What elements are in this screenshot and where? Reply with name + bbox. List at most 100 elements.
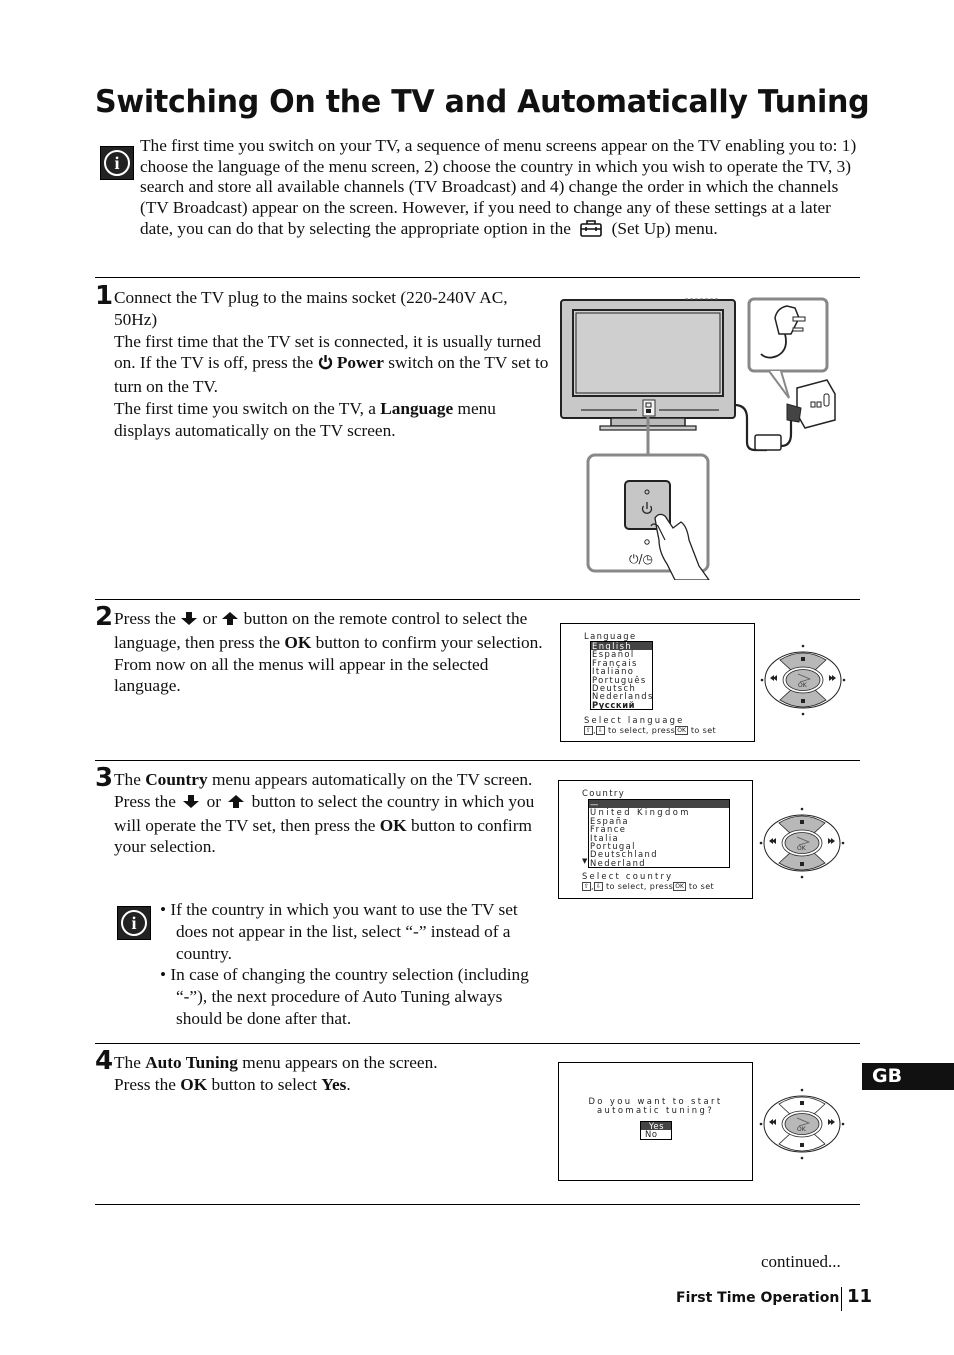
yes-no-list: Yes No — [640, 1121, 672, 1140]
text: or — [206, 791, 221, 811]
step-3-line: Press the or button to select the countr… — [114, 791, 554, 858]
direction-dot — [801, 644, 805, 648]
menu-hint: ⇧, ⇩ to select, press OK to set — [582, 882, 715, 891]
info-icon: i — [117, 906, 151, 940]
text: menu appears automatically on the TV scr… — [211, 770, 533, 789]
ok-label: OK — [284, 632, 312, 652]
key-down-icon: ⇩ — [595, 726, 606, 735]
text: to select, press — [607, 726, 676, 735]
country-menu-screen: Country — United Kingdom España France I… — [558, 780, 753, 899]
step-number: 3 — [95, 763, 114, 793]
text: The — [114, 1053, 141, 1072]
key-ok-icon: OK — [675, 726, 688, 735]
text: button to select — [211, 1074, 318, 1094]
step-4-line: The Auto Tuning menu appears on the scre… — [114, 1052, 554, 1074]
auto-tuning-screen: Do you want to start automatic tuning? Y… — [558, 1062, 753, 1181]
note-item: • In case of changing the country select… — [160, 965, 529, 1028]
tv-connection-illustration: ⏻/◷ — [560, 297, 836, 580]
key-down-icon: ⇩ — [593, 882, 604, 891]
direction-dot — [841, 1122, 845, 1126]
text: button to confirm your selection. — [315, 632, 543, 652]
ok-label: OK — [798, 682, 808, 689]
direction-dot — [801, 712, 805, 716]
arrow-up-icon — [221, 610, 239, 632]
note-text: If the country in which you want to use … — [170, 900, 518, 963]
divider — [95, 1043, 860, 1044]
country-list: — United Kingdom España France Italia Po… — [588, 799, 730, 869]
remote-dpad-icon: OK — [759, 1088, 845, 1160]
tv-set-icon — [560, 298, 736, 431]
text: or — [202, 609, 217, 628]
ok-label: OK — [797, 1126, 807, 1133]
standby-label: ⏻/◷ — [629, 552, 654, 566]
text: menu appears on the screen. — [242, 1053, 438, 1072]
page-title: Switching On the TV and Automatically Tu… — [95, 84, 870, 120]
direction-dot — [841, 841, 845, 845]
down-mark — [800, 862, 804, 866]
language-label: Language — [380, 398, 454, 418]
up-mark — [800, 1101, 804, 1105]
step-4-line: Press the OK button to select Yes. — [114, 1074, 554, 1096]
language-menu-screen: Language English Español Français Italia… — [560, 623, 755, 742]
divider — [95, 760, 860, 761]
direction-dot — [800, 1088, 804, 1092]
text: to set — [688, 882, 715, 891]
text: The first time you switch on the TV, a — [114, 398, 376, 418]
down-mark — [800, 1143, 804, 1147]
text: Press the — [114, 1074, 176, 1094]
arrow-down-icon — [180, 610, 198, 632]
continued-label: continued... — [761, 1252, 841, 1271]
direction-dot — [759, 841, 763, 845]
direction-dot — [800, 807, 804, 811]
direction-dot — [759, 1122, 763, 1126]
country-notes: • If the country in which you want to us… — [160, 899, 550, 1030]
key-up-icon: ⇧ — [582, 882, 592, 891]
page-number: 11 — [847, 1286, 873, 1307]
step-2-text: Press the or button on the remote contro… — [114, 608, 554, 697]
auto-tuning-label: Auto Tuning — [145, 1053, 238, 1072]
step-1-text: Connect the TV plug to the mains socket … — [114, 287, 554, 442]
menu-prompt: Select language — [584, 715, 685, 725]
menu-prompt: Select country — [582, 871, 674, 881]
language-list: English Español Français Italiano Portug… — [590, 641, 653, 711]
down-mark — [801, 699, 805, 703]
power-label: Power — [336, 353, 384, 373]
up-mark — [801, 657, 805, 661]
remote-dpad-icon: OK — [759, 807, 845, 879]
ok-label: OK — [797, 845, 807, 852]
menu-heading: Language — [584, 631, 637, 641]
direction-dot — [760, 678, 764, 682]
direction-dot — [800, 1156, 804, 1160]
yes-label: Yes — [321, 1074, 347, 1094]
step-1-line: The first time that the TV set is connec… — [114, 331, 554, 398]
step-1-line: Connect the TV plug to the mains socket … — [114, 288, 508, 329]
step-3-line: The Country menu appears automatically o… — [114, 769, 554, 791]
menu-option[interactable]: Nederland — [589, 858, 729, 867]
menu-heading: Country — [582, 788, 626, 798]
ok-label: OK — [379, 815, 407, 835]
intro-paragraph: The first time you switch on your TV, a … — [140, 136, 860, 244]
tuning-question-line2: automatic tuning? — [596, 1105, 715, 1115]
text: The — [114, 770, 141, 789]
note-text: In case of changing the country selectio… — [170, 965, 529, 1028]
key-up-icon: ⇧ — [584, 726, 594, 735]
no-option[interactable]: No — [641, 1130, 671, 1139]
step-4-text: The Auto Tuning menu appears on the scre… — [114, 1052, 554, 1096]
menu-option[interactable]: Русский — [591, 700, 652, 709]
remote-dpad-icon: OK — [760, 644, 846, 716]
divider — [95, 599, 860, 600]
info-icon: i — [100, 146, 134, 180]
text: Press the — [114, 609, 176, 628]
step-3-text: The Country menu appears automatically o… — [114, 769, 554, 858]
ok-label: OK — [180, 1074, 208, 1094]
arrow-up-icon — [227, 793, 245, 815]
key-ok-icon: OK — [673, 882, 686, 891]
text: . — [346, 1074, 351, 1094]
step-1-line: The first time you switch on the TV, a L… — [114, 398, 554, 442]
intro-text: The first time you switch on your TV, a … — [140, 136, 857, 239]
step-number: 2 — [95, 602, 114, 632]
power-icon — [318, 354, 333, 376]
country-label: Country — [145, 770, 208, 789]
step-2-line: Press the or button on the remote contro… — [114, 608, 554, 654]
step-2-line: From now on all the menus will appear in… — [114, 654, 489, 696]
